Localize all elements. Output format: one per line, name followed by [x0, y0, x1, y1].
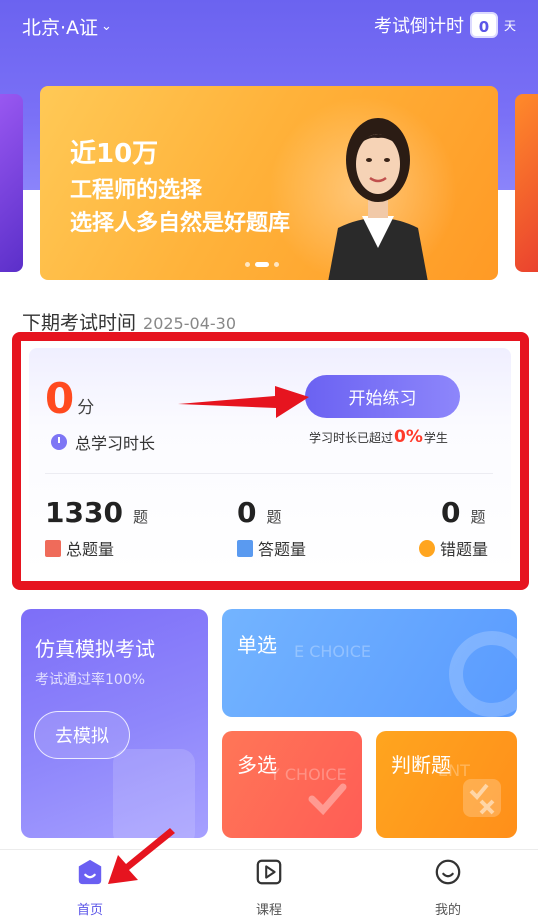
- wrong-value: 0: [441, 496, 461, 529]
- countdown-value: 0: [469, 12, 498, 38]
- banner-subline-2: 选择人多自然是好题库: [70, 211, 291, 236]
- rank-percent: 0%: [394, 427, 423, 447]
- banner-subline-1: 工程师的选择: [70, 178, 203, 203]
- tab-courses-label: 课程: [255, 903, 282, 917]
- home-icon: [78, 859, 102, 885]
- score-unit: 分: [77, 398, 95, 418]
- tab-courses[interactable]: 课程: [209, 850, 329, 917]
- single-choice-title: 单选: [237, 633, 277, 657]
- wrong-count: 0 题: [441, 496, 486, 529]
- answered-label-row[interactable]: 答题量: [237, 536, 306, 560]
- carousel-indicator: [245, 262, 279, 267]
- carousel-prev-card[interactable]: [0, 94, 23, 272]
- tab-profile-label: 我的: [434, 903, 461, 917]
- next-exam-date: 2025-04-30: [143, 314, 236, 333]
- next-exam-label: 下期考试时间: [22, 312, 137, 334]
- rank-prefix: 学习时长已超过: [309, 431, 394, 445]
- banner-headline: 近10万: [70, 139, 159, 169]
- score-display: 0 分: [45, 374, 94, 423]
- tab-home[interactable]: 首页: [30, 850, 150, 917]
- carousel-dot: [274, 262, 279, 267]
- clock-icon: [51, 434, 67, 450]
- city-selector[interactable]: 北京·A证 ⌄: [22, 13, 112, 40]
- tab-home-label: 首页: [76, 903, 103, 917]
- wrong-label-row[interactable]: 错题量: [419, 536, 488, 560]
- check-icon: [308, 783, 347, 816]
- stats-divider: [45, 473, 493, 474]
- study-rank-text: 学习时长已超过 0% 学生: [309, 427, 448, 447]
- bottom-tab-bar: 首页 课程 我的: [0, 849, 538, 917]
- exam-countdown: 考试倒计时 0 天: [374, 12, 516, 38]
- start-practice-button[interactable]: 开始练习: [305, 375, 460, 418]
- single-choice-card[interactable]: 单选 E CHOICE: [222, 609, 517, 717]
- study-time-label: 总学习时长: [75, 434, 156, 453]
- total-study-time: 总学习时长: [51, 430, 155, 454]
- total-questions-value: 1330: [45, 496, 123, 529]
- total-questions-label-row[interactable]: 总题量: [45, 536, 114, 560]
- carousel-dot: [245, 262, 250, 267]
- answered-unit: 题: [266, 508, 282, 526]
- carousel-dot-active: [255, 262, 269, 267]
- true-false-card[interactable]: 判断题 ENT: [376, 731, 517, 838]
- tab-profile[interactable]: 我的: [388, 850, 508, 917]
- true-false-icon: [463, 779, 501, 817]
- chevron-down-icon: ⌄: [101, 19, 112, 34]
- answered-label: 答题量: [258, 540, 307, 559]
- go-mock-button[interactable]: 去模拟: [34, 711, 130, 759]
- total-questions-label: 总题量: [66, 540, 115, 559]
- smile-profile-icon: [435, 859, 461, 885]
- mock-exam-title: 仿真模拟考试: [35, 637, 155, 661]
- city-label: 北京·A证: [22, 17, 99, 39]
- countdown-unit: 天: [503, 18, 516, 33]
- score-value: 0: [45, 374, 75, 423]
- wrong-label: 错题量: [440, 540, 489, 559]
- carousel-next-card[interactable]: [515, 94, 538, 272]
- answered-count: 0 题: [237, 496, 282, 529]
- countdown-label: 考试倒计时: [373, 16, 464, 37]
- total-questions-count: 1330 题: [45, 496, 148, 529]
- wrong-unit: 题: [470, 508, 486, 526]
- single-choice-watermark: E CHOICE: [294, 642, 371, 661]
- banner-person-illustration: [328, 118, 428, 280]
- multiple-choice-card[interactable]: 多选 Y CHOICE: [222, 731, 362, 838]
- question-bank-icon: [45, 539, 61, 557]
- grade-paper-icon: [113, 749, 195, 838]
- answered-value: 0: [237, 496, 257, 529]
- mock-exam-card[interactable]: 仿真模拟考试 考试通过率100% 去模拟: [21, 609, 208, 838]
- rank-suffix: 学生: [423, 431, 448, 445]
- next-exam-time: 下期考试时间 2025-04-30: [22, 308, 236, 335]
- mock-exam-subtitle: 考试通过率100%: [35, 672, 146, 688]
- promo-banner[interactable]: 近10万 工程师的选择 选择人多自然是好题库: [40, 86, 498, 280]
- wrong-pie-icon: [419, 539, 435, 557]
- total-questions-unit: 题: [132, 508, 148, 526]
- answered-list-icon: [237, 539, 253, 557]
- course-play-icon: [256, 859, 282, 885]
- ring-decoration-icon: [449, 631, 517, 717]
